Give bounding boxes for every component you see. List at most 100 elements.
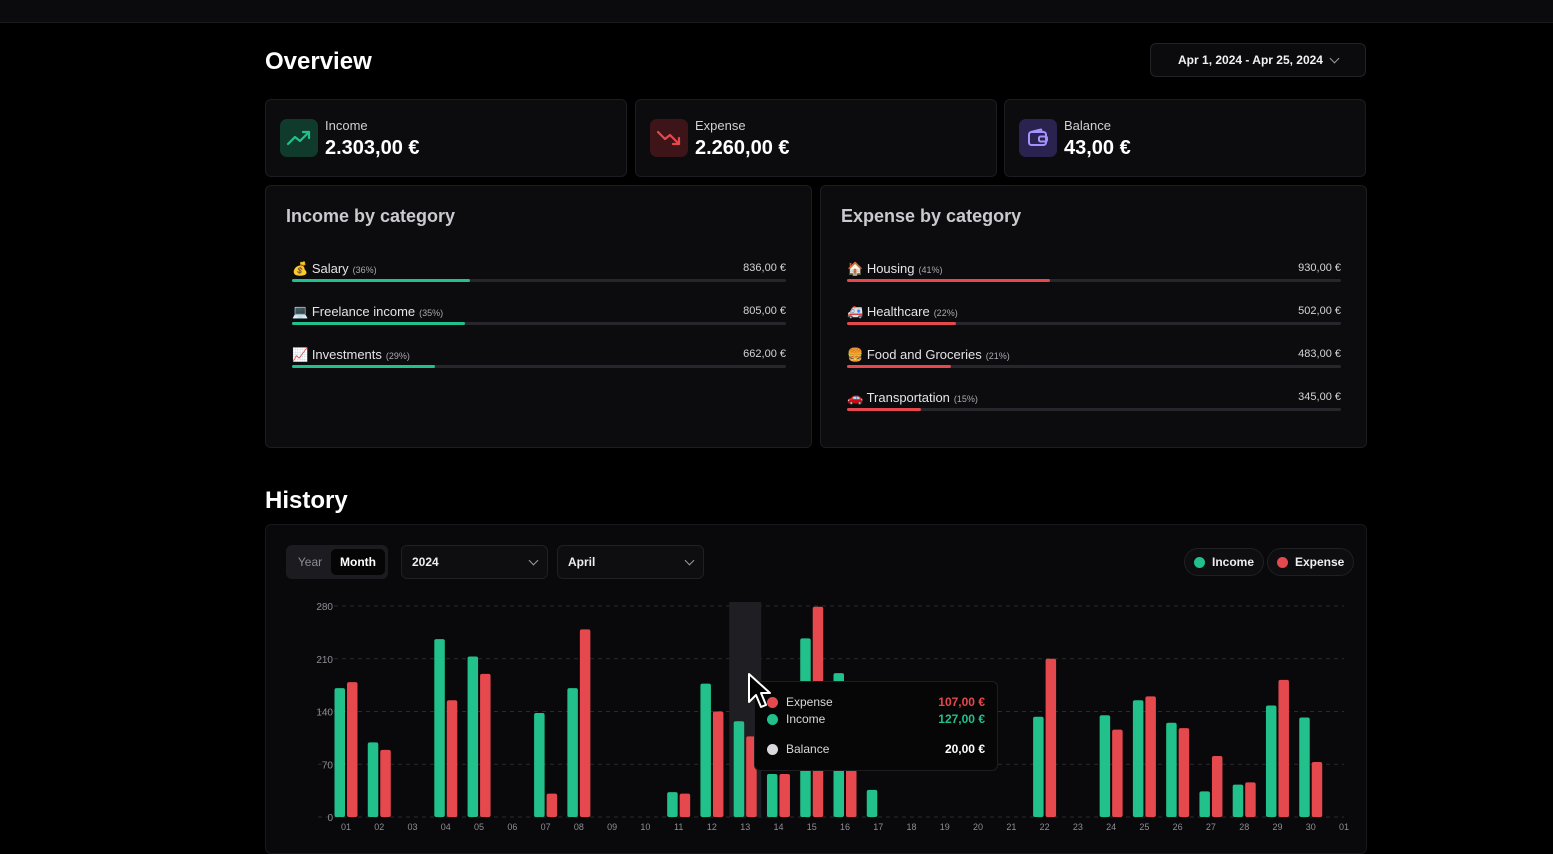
category-label: Food and Groceries [866, 347, 982, 362]
x-tick-label: 29 [1272, 822, 1282, 832]
income-bar [1166, 722, 1177, 817]
category-progress-fill [847, 365, 951, 368]
expense-bar [380, 749, 391, 817]
expense-bar [347, 682, 358, 817]
expense-bar [1045, 658, 1057, 817]
expense-bar [1245, 782, 1256, 817]
category-label: Investments [311, 347, 382, 362]
income-stat-card: Income 2.303,00 € [265, 99, 627, 177]
income-value: 2.303,00 € [325, 137, 420, 159]
category-percent: (22%) [933, 308, 958, 318]
income-bar [1132, 700, 1144, 817]
tooltip-expense-value: 107,00 € [938, 695, 985, 709]
expense-bar [579, 629, 591, 817]
expense-bar [1145, 696, 1156, 817]
x-tick-label: 09 [607, 822, 617, 832]
expense-bar [679, 793, 691, 817]
x-tick-label: 02 [374, 822, 384, 832]
category-percent: (15%) [953, 394, 978, 404]
category-progress-track [292, 365, 786, 368]
y-tick-label: 280 [316, 602, 333, 613]
expense-category-row: 🚑 Healthcare (22%) 502,00 € [847, 304, 1341, 334]
balance-dot-icon [767, 743, 778, 755]
trending-up-icon [280, 119, 318, 157]
chart-tooltip: Expense 107,00 € Income 127,00 € Balance… [754, 681, 998, 771]
tooltip-balance-label: Balance [786, 742, 830, 756]
x-tick-label: 10 [640, 822, 650, 832]
income-bar [1199, 791, 1210, 817]
expense-stat-card: Expense 2.260,00 € [635, 99, 997, 177]
expense-bar [1278, 679, 1289, 817]
expense-category-row: 🍔 Food and Groceries (21%) 483,00 € [847, 347, 1341, 377]
x-tick-label: 19 [940, 822, 950, 832]
expense-bar [1311, 761, 1323, 817]
expense-category-row: 🚗 Transportation (15%) 345,00 € [847, 390, 1341, 420]
y-tick-label: 140 [316, 708, 333, 719]
x-tick-label: 08 [574, 822, 584, 832]
category-name: 🏠 Housing (41%) [847, 261, 943, 277]
category-emoji-icon: 💰 [292, 261, 309, 276]
expense-bar [1112, 729, 1123, 817]
x-tick-label: 13 [740, 822, 750, 832]
category-percent: (35%) [419, 308, 444, 318]
x-tick-label: 01 [1339, 822, 1349, 832]
x-tick-label: 12 [707, 822, 717, 832]
category-emoji-icon: 🚗 [847, 390, 864, 405]
income-bar [1232, 784, 1244, 817]
category-name: 🚗 Transportation (15%) [847, 390, 978, 406]
category-amount: 930,00 € [1298, 262, 1341, 274]
income-bar [534, 713, 545, 817]
x-tick-label: 14 [773, 822, 783, 832]
balance-stat-card: Balance 43,00 € [1004, 99, 1366, 177]
income-label: Income [325, 118, 368, 133]
income-category-title: Income by category [286, 206, 456, 226]
x-tick-label: 07 [541, 822, 551, 832]
x-tick-label: 18 [907, 822, 917, 832]
overview-title: Overview [265, 48, 372, 75]
y-tick-label: 70 [322, 760, 334, 771]
tooltip-expense-row: Expense 107,00 € [767, 695, 985, 709]
category-emoji-icon: 🚑 [847, 304, 864, 319]
category-progress-fill [847, 408, 922, 411]
category-progress-track [847, 365, 1341, 368]
x-tick-label: 27 [1206, 822, 1216, 832]
category-percent: (21%) [985, 351, 1010, 361]
category-progress-track [847, 408, 1341, 411]
x-tick-label: 05 [474, 822, 484, 832]
category-label: Housing [866, 261, 915, 276]
category-progress-track [292, 279, 786, 282]
income-bar [1033, 716, 1044, 817]
y-tick-label: 210 [316, 655, 333, 666]
category-emoji-icon: 🍔 [847, 347, 864, 362]
income-bar [1265, 705, 1277, 817]
income-bar [700, 683, 711, 817]
tooltip-income-row: Income 127,00 € [767, 712, 985, 726]
x-tick-label: 15 [807, 822, 817, 832]
x-tick-label: 28 [1239, 822, 1249, 832]
tooltip-balance-value: 20,00 € [944, 742, 985, 756]
expense-bar [546, 793, 558, 817]
x-tick-label: 11 [674, 822, 683, 832]
income-bar [434, 639, 445, 817]
x-tick-label: 06 [507, 822, 517, 832]
expense-bar [1211, 755, 1223, 817]
category-amount: 502,00 € [1298, 305, 1341, 317]
top-bar [0, 0, 1553, 23]
tooltip-expense-label: Expense [786, 695, 833, 709]
expense-label: Expense [695, 118, 746, 133]
category-progress-track [847, 322, 1341, 325]
income-bar [766, 774, 778, 817]
x-tick-label: 22 [1040, 822, 1050, 832]
category-amount: 662,00 € [743, 348, 786, 360]
income-bar [1299, 717, 1310, 817]
income-dot-icon [767, 713, 778, 725]
category-name: 💰 Salary (36%) [292, 261, 377, 277]
date-range-picker[interactable]: Apr 1, 2024 - Apr 25, 2024 [1150, 43, 1366, 77]
category-name: 📈 Investments (29%) [292, 347, 410, 363]
expense-by-category-card: Expense by category 🏠 Housing (41%) 930,00… [820, 185, 1367, 448]
income-bar [1099, 715, 1111, 817]
x-tick-label: 25 [1139, 822, 1149, 832]
category-emoji-icon: 💻 [292, 304, 309, 319]
category-progress-track [292, 322, 786, 325]
chevron-down-icon [1329, 53, 1340, 63]
